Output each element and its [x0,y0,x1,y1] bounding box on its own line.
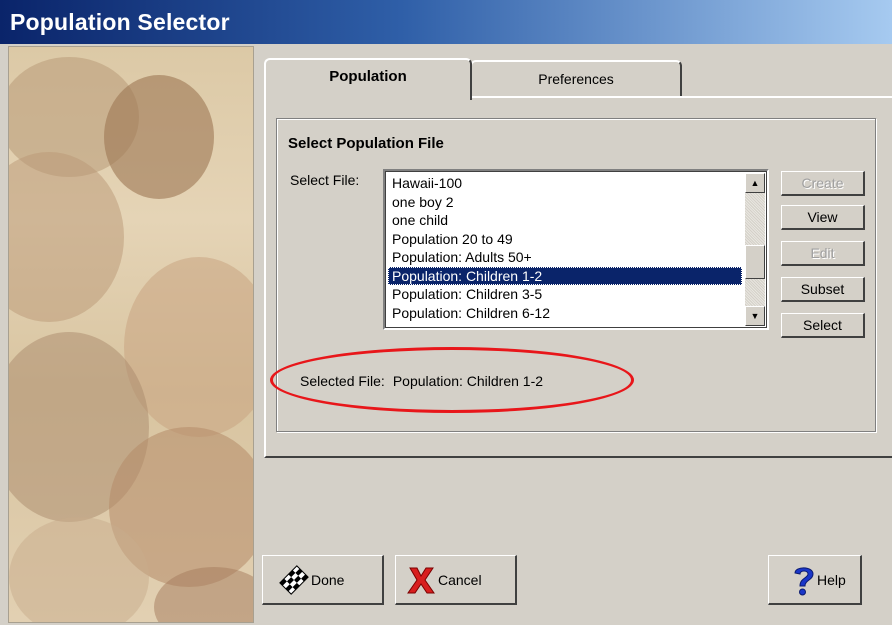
list-item[interactable]: one boy 2 [388,193,742,212]
file-list-items: Hawaii-100 one boy 2 one child Populatio… [388,174,742,322]
people-photo-banner [8,46,254,623]
tab-population-label: Population [329,68,407,85]
help-label: Help [817,571,846,588]
highlight-ellipse-annotation [270,347,634,413]
scroll-down-icon[interactable]: ▼ [745,306,765,326]
subset-button[interactable]: Subset [781,277,865,302]
create-button[interactable]: Create [781,171,865,196]
help-button[interactable]: Help [768,555,862,605]
list-scrollbar[interactable]: ▲ ▼ [745,173,765,326]
tab-preferences-label: Preferences [538,71,614,87]
tab-population[interactable]: Population [264,58,472,100]
list-item[interactable]: Population 20 to 49 [388,230,742,249]
done-button[interactable]: Done [262,555,384,605]
select-file-label: Select File: [290,172,360,188]
people-photo-illustration [9,57,253,622]
cancel-button[interactable]: Cancel [395,555,517,605]
done-label: Done [311,571,345,588]
list-item[interactable]: Population: Adults 50+ [388,248,742,267]
tab-preferences[interactable]: Preferences [470,60,682,96]
scroll-up-icon[interactable]: ▲ [745,173,765,193]
list-item[interactable]: Population: Children 3-5 [388,285,742,304]
red-x-icon [407,567,435,593]
cancel-label: Cancel [438,571,482,588]
list-item[interactable]: one child [388,211,742,230]
list-item[interactable]: Hawaii-100 [388,174,742,193]
group-title: Select Population File [288,135,444,152]
population-file-listbox[interactable]: Hawaii-100 one boy 2 one child Populatio… [383,169,769,330]
edit-button[interactable]: Edit [781,241,865,266]
blue-question-mark-icon [794,566,814,595]
title-bar: Population Selector [0,0,892,44]
window-title: Population Selector [10,9,230,35]
list-item-selected[interactable]: Population: Children 1-2 [388,266,742,285]
scrollbar-thumb[interactable] [745,245,765,279]
select-button[interactable]: Select [781,313,865,338]
view-button[interactable]: View [781,205,865,230]
checkered-flag-icon [279,564,309,595]
list-item[interactable]: Population: Children 6-12 [388,304,742,323]
